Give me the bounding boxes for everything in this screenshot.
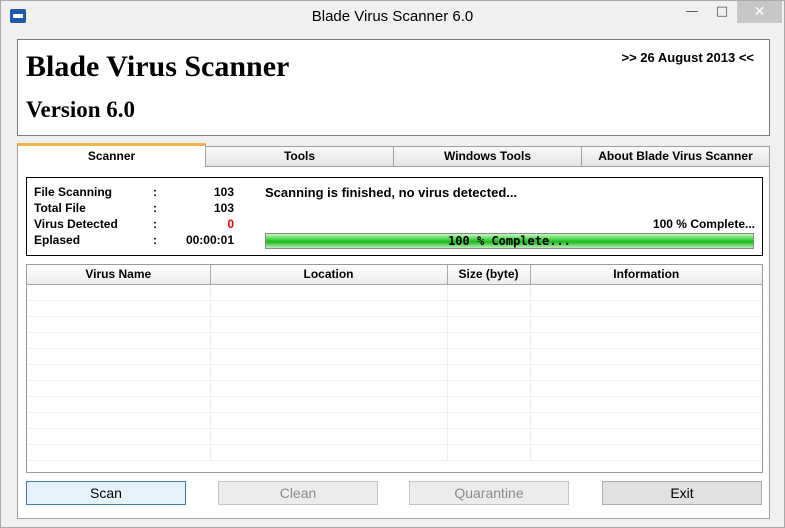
stat-colon: : bbox=[153, 233, 157, 247]
table-cell bbox=[447, 412, 531, 429]
table-cell bbox=[530, 380, 762, 397]
column-header-information[interactable]: Information bbox=[530, 265, 762, 285]
table-cell bbox=[530, 412, 762, 429]
table-row bbox=[27, 444, 762, 461]
exit-button[interactable]: Exit bbox=[602, 481, 762, 505]
table-row bbox=[27, 300, 762, 317]
table-cell bbox=[530, 364, 762, 381]
table-row bbox=[27, 412, 762, 429]
table-cell bbox=[530, 284, 762, 301]
table-row bbox=[27, 332, 762, 349]
app-name-heading: Blade Virus Scanner bbox=[26, 50, 290, 83]
table-cell bbox=[210, 348, 448, 365]
stat-label: Virus Detected bbox=[34, 217, 118, 231]
table-cell bbox=[27, 284, 211, 301]
table-header-row: Virus Name Location Size (byte) Informat… bbox=[27, 265, 762, 285]
table-cell bbox=[447, 300, 531, 317]
table-cell bbox=[210, 396, 448, 413]
stat-colon: : bbox=[153, 201, 157, 215]
table-cell bbox=[447, 444, 531, 461]
quarantine-button[interactable]: Quarantine bbox=[409, 481, 569, 505]
table-cell bbox=[530, 316, 762, 333]
complete-label: 100 % Complete... bbox=[652, 217, 755, 231]
table-cell bbox=[530, 396, 762, 413]
column-header-location[interactable]: Location bbox=[210, 265, 448, 285]
header-panel: Blade Virus Scanner Version 6.0 >> 26 Au… bbox=[17, 39, 770, 136]
table-cell bbox=[530, 348, 762, 365]
table-cell bbox=[27, 316, 211, 333]
table-cell bbox=[210, 444, 448, 461]
scan-status-message: Scanning is finished, no virus detected.… bbox=[265, 185, 518, 200]
table-row bbox=[27, 396, 762, 413]
table-cell bbox=[27, 444, 211, 461]
stat-value: 00:00:01 bbox=[185, 233, 234, 247]
scan-progress-bar: 100 % Complete... bbox=[265, 233, 754, 249]
window-title: Blade Virus Scanner 6.0 bbox=[311, 8, 474, 25]
tab-about[interactable]: About Blade Virus Scanner bbox=[581, 146, 770, 166]
table-row bbox=[27, 316, 762, 333]
table-cell bbox=[210, 332, 448, 349]
scanner-tab-panel: File Scanning : 103 Total File : 103 Vir… bbox=[17, 166, 770, 519]
table-cell bbox=[210, 316, 448, 333]
stat-value: 103 bbox=[213, 185, 234, 199]
close-button[interactable]: ✕ bbox=[737, 1, 782, 23]
table-cell bbox=[447, 348, 531, 365]
table-cell bbox=[27, 332, 211, 349]
table-cell bbox=[447, 364, 531, 381]
table-cell bbox=[447, 396, 531, 413]
table-cell bbox=[447, 316, 531, 333]
tab-tools[interactable]: Tools bbox=[205, 146, 394, 166]
minimize-button[interactable]: — bbox=[678, 1, 706, 23]
maximize-button[interactable]: □ bbox=[708, 1, 736, 23]
virus-count-value: 0 bbox=[227, 217, 234, 231]
tab-scanner[interactable]: Scanner bbox=[17, 143, 206, 167]
table-cell bbox=[27, 348, 211, 365]
table-row bbox=[27, 284, 762, 301]
stat-label: Eplased bbox=[34, 233, 81, 247]
table-cell bbox=[530, 300, 762, 317]
stat-value: 103 bbox=[213, 201, 234, 215]
table-cell bbox=[447, 284, 531, 301]
clean-button[interactable]: Clean bbox=[218, 481, 378, 505]
results-body bbox=[27, 284, 762, 461]
table-cell bbox=[530, 332, 762, 349]
main-window: Blade Virus Scanner 6.0 — □ ✕ Blade Viru… bbox=[0, 0, 785, 528]
progress-text: 100 % Complete... bbox=[448, 234, 571, 248]
table-cell bbox=[27, 380, 211, 397]
column-header-size[interactable]: Size (byte) bbox=[447, 265, 531, 285]
stat-label: Total File bbox=[34, 201, 86, 215]
table-cell bbox=[530, 444, 762, 461]
scan-button[interactable]: Scan bbox=[26, 481, 186, 505]
table-cell bbox=[210, 284, 448, 301]
stat-colon: : bbox=[153, 185, 157, 199]
stat-colon: : bbox=[153, 217, 157, 231]
table-cell bbox=[27, 396, 211, 413]
date-label: >> 26 August 2013 << bbox=[621, 50, 754, 65]
scan-stats-box: File Scanning : 103 Total File : 103 Vir… bbox=[26, 177, 763, 256]
tab-windows-tools[interactable]: Windows Tools bbox=[393, 146, 582, 166]
table-cell bbox=[447, 428, 531, 445]
stat-label: File Scanning bbox=[34, 185, 113, 199]
table-cell bbox=[210, 428, 448, 445]
table-cell bbox=[27, 364, 211, 381]
table-row bbox=[27, 428, 762, 445]
table-cell bbox=[210, 364, 448, 381]
table-cell bbox=[27, 412, 211, 429]
version-label: Version 6.0 bbox=[26, 97, 136, 122]
table-cell bbox=[530, 428, 762, 445]
table-row bbox=[27, 348, 762, 365]
column-header-virus-name[interactable]: Virus Name bbox=[27, 265, 211, 285]
table-cell bbox=[27, 300, 211, 317]
virus-results-table[interactable]: Virus Name Location Size (byte) Informat… bbox=[26, 264, 763, 473]
table-cell bbox=[210, 412, 448, 429]
table-cell bbox=[27, 428, 211, 445]
table-row bbox=[27, 364, 762, 381]
table-cell bbox=[447, 380, 531, 397]
table-cell bbox=[210, 380, 448, 397]
table-cell bbox=[447, 332, 531, 349]
table-cell bbox=[210, 300, 448, 317]
title-bar[interactable]: Blade Virus Scanner 6.0 — □ ✕ bbox=[1, 1, 784, 32]
table-row bbox=[27, 380, 762, 397]
